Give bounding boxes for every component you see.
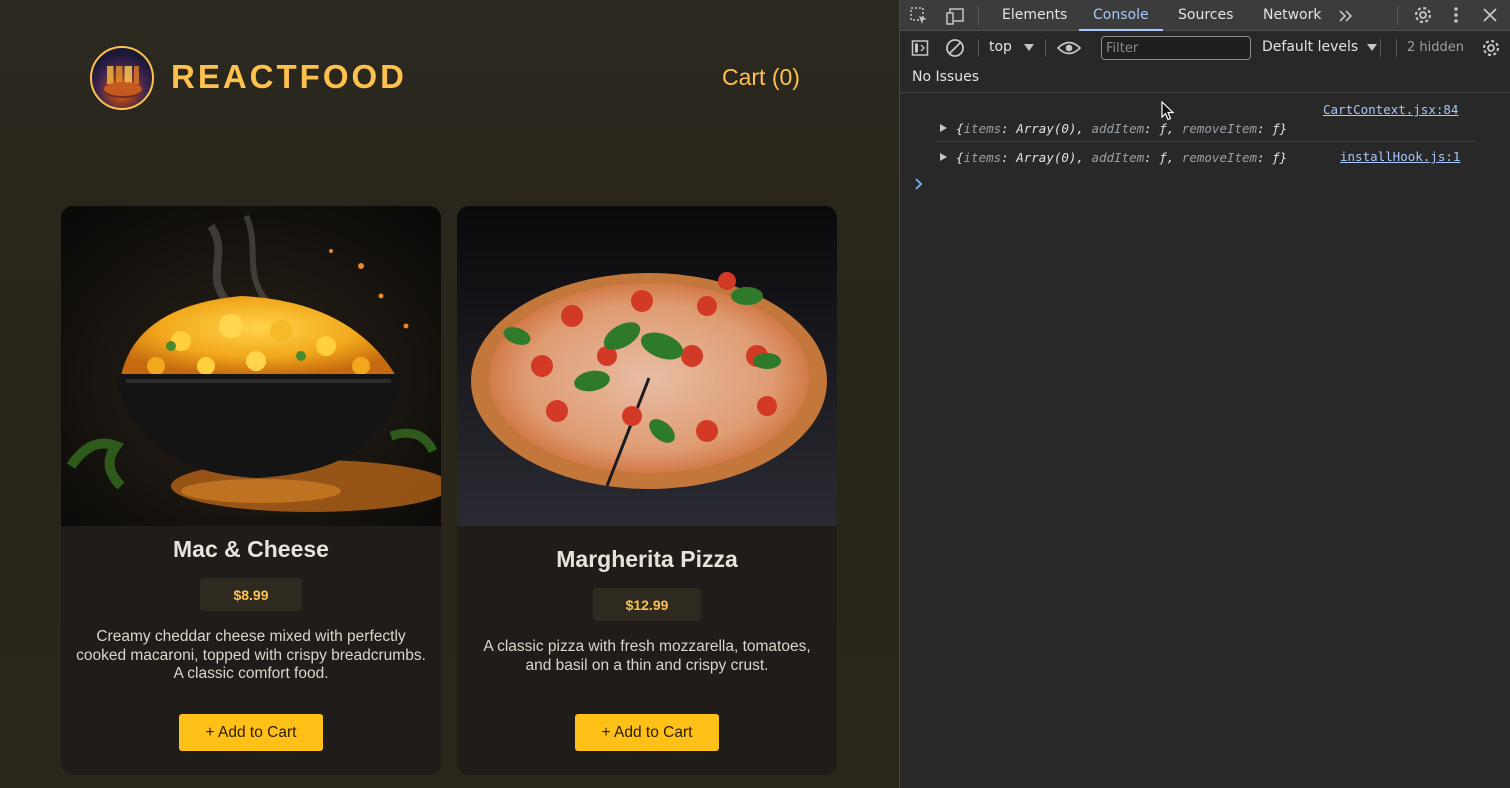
- object-text: : ƒ}: [1257, 121, 1288, 136]
- context-selector[interactable]: top: [989, 39, 1035, 55]
- object-key: items: [963, 121, 1002, 136]
- device-toolbar-icon[interactable]: [944, 5, 966, 27]
- object-key: addItem: [1091, 121, 1145, 136]
- cart-button[interactable]: Cart (0): [716, 64, 806, 91]
- app-title: REACTFOOD: [171, 58, 407, 95]
- expand-triangle-icon[interactable]: [940, 124, 947, 132]
- console-settings-gear-icon[interactable]: [1480, 37, 1502, 59]
- log-object-preview[interactable]: {items: Array(0), addItem: ƒ, removeItem…: [956, 150, 1287, 165]
- live-expression-eye-icon[interactable]: [1056, 38, 1082, 58]
- object-text: : Array(0),: [1001, 121, 1092, 136]
- hidden-messages-count: 2 hidden: [1407, 40, 1464, 55]
- devtools-tabbar: Elements Console Sources Network: [900, 0, 1510, 31]
- more-options-icon[interactable]: [1448, 4, 1464, 26]
- meal-image: [61, 206, 441, 526]
- price-badge: $12.99: [593, 588, 701, 621]
- meal-image: [457, 206, 837, 526]
- log-object-preview[interactable]: {items: Array(0), addItem: ƒ, removeItem…: [956, 121, 1287, 136]
- tab-sources[interactable]: Sources: [1176, 0, 1235, 31]
- console-toolbar: top Default levels 2 hidden: [900, 32, 1510, 64]
- meal-name: Mac & Cheese: [173, 536, 329, 562]
- object-text: {: [956, 121, 964, 136]
- object-text: : Array(0),: [1001, 150, 1092, 165]
- settings-gear-icon[interactable]: [1412, 4, 1434, 26]
- issues-bar: No Issues: [900, 64, 1510, 93]
- devtools-panel: Elements Console Sources Network top Fil…: [899, 0, 1510, 788]
- object-key: items: [963, 150, 1002, 165]
- object-text: : ƒ}: [1257, 150, 1288, 165]
- logo-image: [90, 46, 154, 110]
- object-key: removeItem: [1181, 150, 1258, 165]
- context-value: top: [989, 39, 1012, 55]
- close-icon[interactable]: [1480, 5, 1500, 25]
- margherita-pizza-photo: [457, 206, 837, 526]
- object-text: : ƒ,: [1144, 150, 1182, 165]
- log-levels-dropdown[interactable]: Default levels: [1262, 39, 1377, 55]
- more-tabs-icon[interactable]: [1336, 5, 1356, 27]
- meal-card: Margherita Pizza $12.99 A classic pizza …: [457, 206, 837, 775]
- log-separator: [936, 141, 1476, 142]
- filter-input[interactable]: [1101, 36, 1251, 60]
- price-badge: $8.99: [200, 578, 302, 611]
- object-key: removeItem: [1181, 121, 1258, 136]
- mac-and-cheese-photo: [61, 206, 441, 526]
- meal-description: A classic pizza with fresh mozzarella, t…: [483, 638, 811, 674]
- clear-console-icon[interactable]: [944, 37, 966, 59]
- tab-network[interactable]: Network: [1261, 0, 1323, 31]
- meal-description: Creamy cheddar cheese mixed with perfect…: [76, 628, 426, 683]
- issues-status: No Issues: [912, 69, 979, 85]
- tab-elements[interactable]: Elements: [1000, 0, 1069, 31]
- dropdown-arrow-icon: [1366, 43, 1377, 51]
- add-to-cart-button[interactable]: + Add to Cart: [179, 714, 323, 751]
- sidebar-toggle-icon[interactable]: [909, 38, 931, 58]
- log-source-link[interactable]: CartContext.jsx:84: [1323, 102, 1458, 117]
- mouse-cursor-icon: [1161, 100, 1175, 125]
- object-key: addItem: [1091, 150, 1145, 165]
- add-to-cart-button[interactable]: + Add to Cart: [575, 714, 719, 751]
- inspect-element-icon[interactable]: [908, 5, 930, 27]
- meal-card: Mac & Cheese $8.99 Creamy cheddar cheese…: [61, 206, 441, 775]
- console-prompt-chevron-icon[interactable]: [914, 178, 924, 194]
- log-source-link[interactable]: installHook.js:1: [1340, 149, 1460, 164]
- app-viewport: REACTFOOD Cart (0) Mac & Cheese $8.99 Cr…: [0, 0, 899, 788]
- expand-triangle-icon[interactable]: [940, 153, 947, 161]
- meal-name: Margherita Pizza: [556, 546, 738, 572]
- levels-value: Default levels: [1262, 39, 1359, 55]
- dropdown-arrow-icon: [1024, 43, 1035, 51]
- tab-console[interactable]: Console: [1079, 0, 1163, 31]
- object-text: {: [956, 150, 964, 165]
